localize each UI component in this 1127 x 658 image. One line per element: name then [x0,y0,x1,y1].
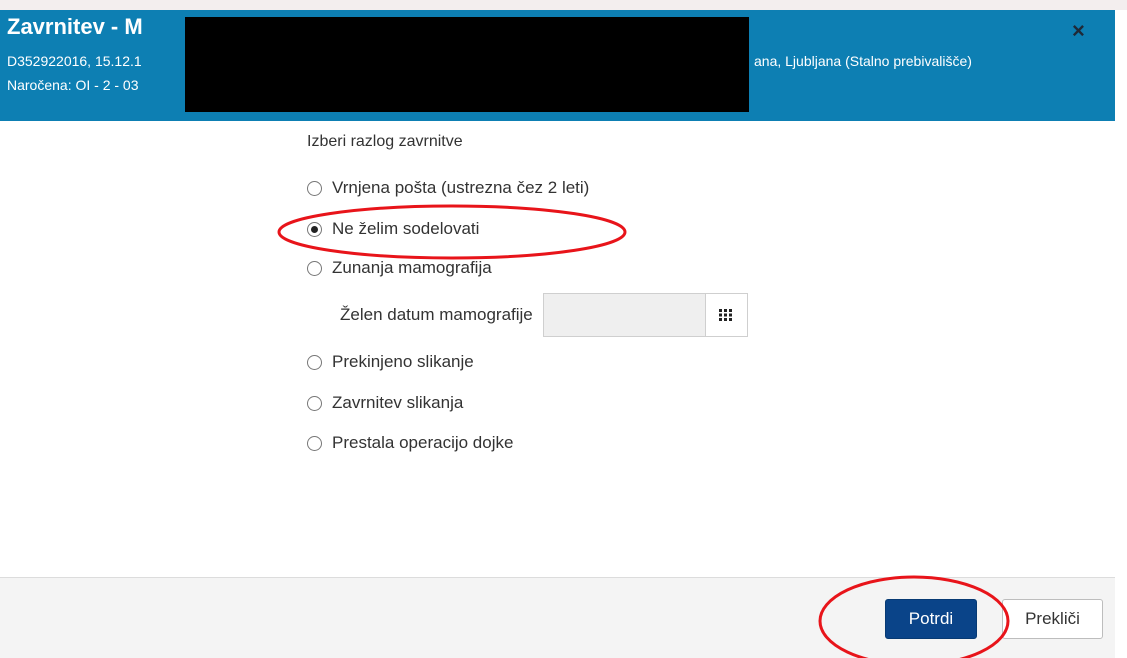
redaction-box [185,17,749,112]
radio-button[interactable] [307,180,322,196]
dialog-footer: Potrdi Prekliči [0,577,1115,658]
calendar-grid-icon [719,309,733,321]
radio-option-prestala-operacijo[interactable]: Prestala operacijo dojke [307,431,513,455]
radio-label: Zavrnitev slikanja [332,393,464,412]
confirm-button[interactable]: Potrdi [885,599,977,639]
section-label: Izberi razlog zavrnitve [307,133,463,150]
radio-button[interactable] [307,435,322,451]
radio-label: Vrnjena pošta (ustrezna čez 2 leti) [332,178,590,197]
dialog-title: Zavrnitev - M [7,14,143,39]
radio-option-zavrnitev-slikanja[interactable]: Zavrnitev slikanja [307,391,463,415]
date-input[interactable] [542,293,705,337]
radio-option-ne-zelim-sodelovati[interactable]: Ne želim sodelovati [307,217,479,241]
radio-label: Ne želim sodelovati [332,219,480,238]
patient-info-right: ana, Ljubljana (Stalno prebivališče) [754,53,972,69]
dialog-body: Izberi razlog zavrnitve Vrnjena pošta (u… [0,121,1115,577]
cancel-button[interactable]: Prekliči [1002,599,1103,639]
patient-info-left: D352922016, 15.12.1 [7,53,142,69]
date-row: Želen datum mamografije [340,292,748,338]
radio-button[interactable] [307,395,322,411]
close-icon[interactable]: × [1072,20,1085,42]
radio-label: Prestala operacijo dojke [332,433,514,452]
radio-label: Prekinjeno slikanje [332,352,474,371]
radio-button-selected[interactable] [307,221,322,237]
order-info: Naročena: OI - 2 - 03 [7,77,139,93]
date-label: Želen datum mamografije [340,305,533,324]
background-strip [0,0,1127,10]
calendar-button[interactable] [704,293,748,337]
radio-option-vrnjena-posta[interactable]: Vrnjena pošta (ustrezna čez 2 leti) [307,176,589,200]
radio-option-zunanja-mamografija[interactable]: Zunanja mamografija [307,256,492,280]
radio-button[interactable] [307,354,322,370]
radio-button[interactable] [307,260,322,276]
radio-option-prekinjeno-slikanje[interactable]: Prekinjeno slikanje [307,350,474,374]
radio-label: Zunanja mamografija [332,258,492,277]
